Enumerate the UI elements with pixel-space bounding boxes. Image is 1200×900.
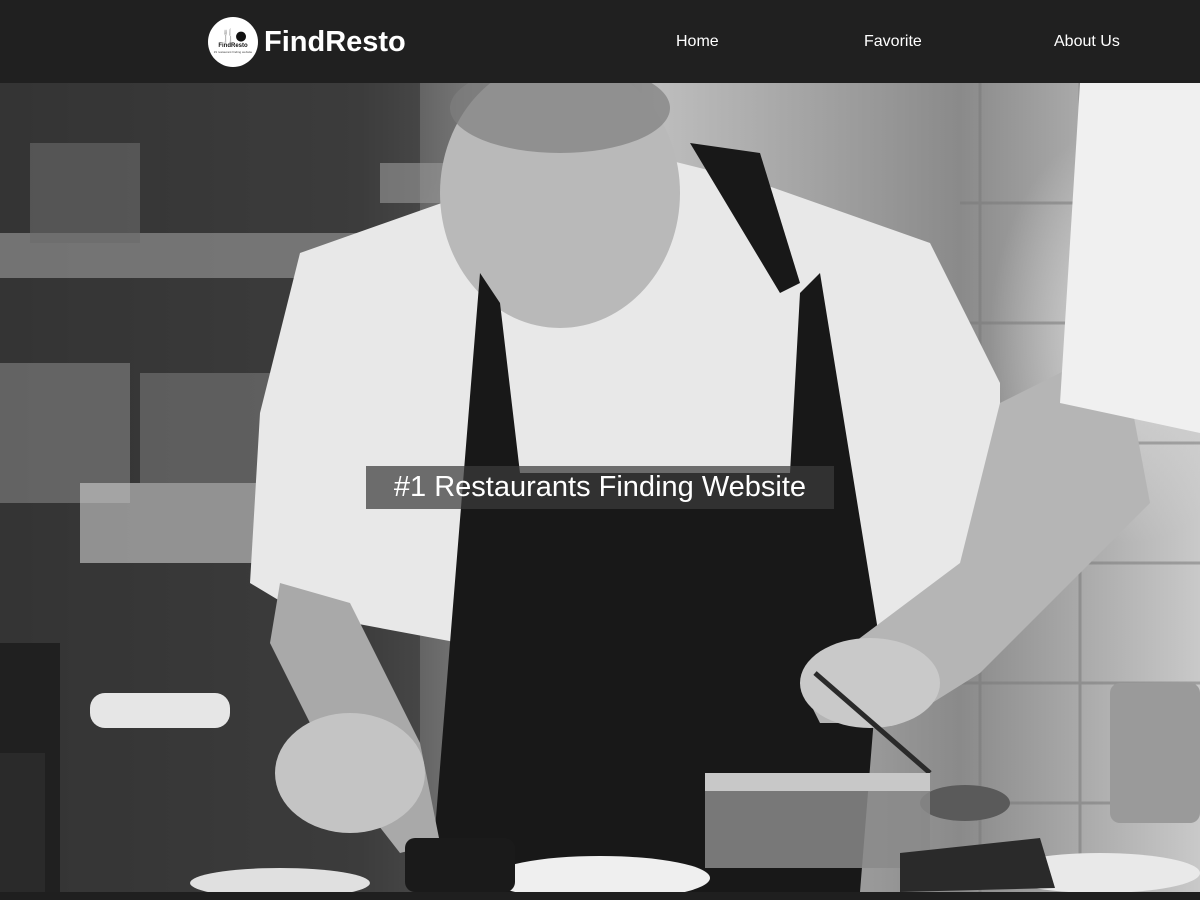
plate-and-cutlery-icon: 🍴● (220, 29, 247, 44)
logo-text: FindResto (218, 43, 248, 49)
brand-link[interactable]: 🍴● FindResto #1 restaurant finding websi… (208, 17, 406, 67)
hero-tagline: #1 Restaurants Finding Website (366, 466, 834, 509)
logo-tagline: #1 restaurant finding website (213, 50, 253, 54)
brand-logo: 🍴● FindResto #1 restaurant finding websi… (208, 17, 258, 67)
nav-link-about-us[interactable]: About Us (1054, 0, 1120, 83)
page-bottom-strip (0, 892, 1200, 900)
navbar: 🍴● FindResto #1 restaurant finding websi… (0, 0, 1200, 83)
nav-link-home[interactable]: Home (676, 0, 719, 83)
brand-name: FindResto (264, 25, 406, 58)
nav-link-favorite[interactable]: Favorite (864, 0, 922, 83)
hero-section: #1 Restaurants Finding Website (0, 83, 1200, 892)
